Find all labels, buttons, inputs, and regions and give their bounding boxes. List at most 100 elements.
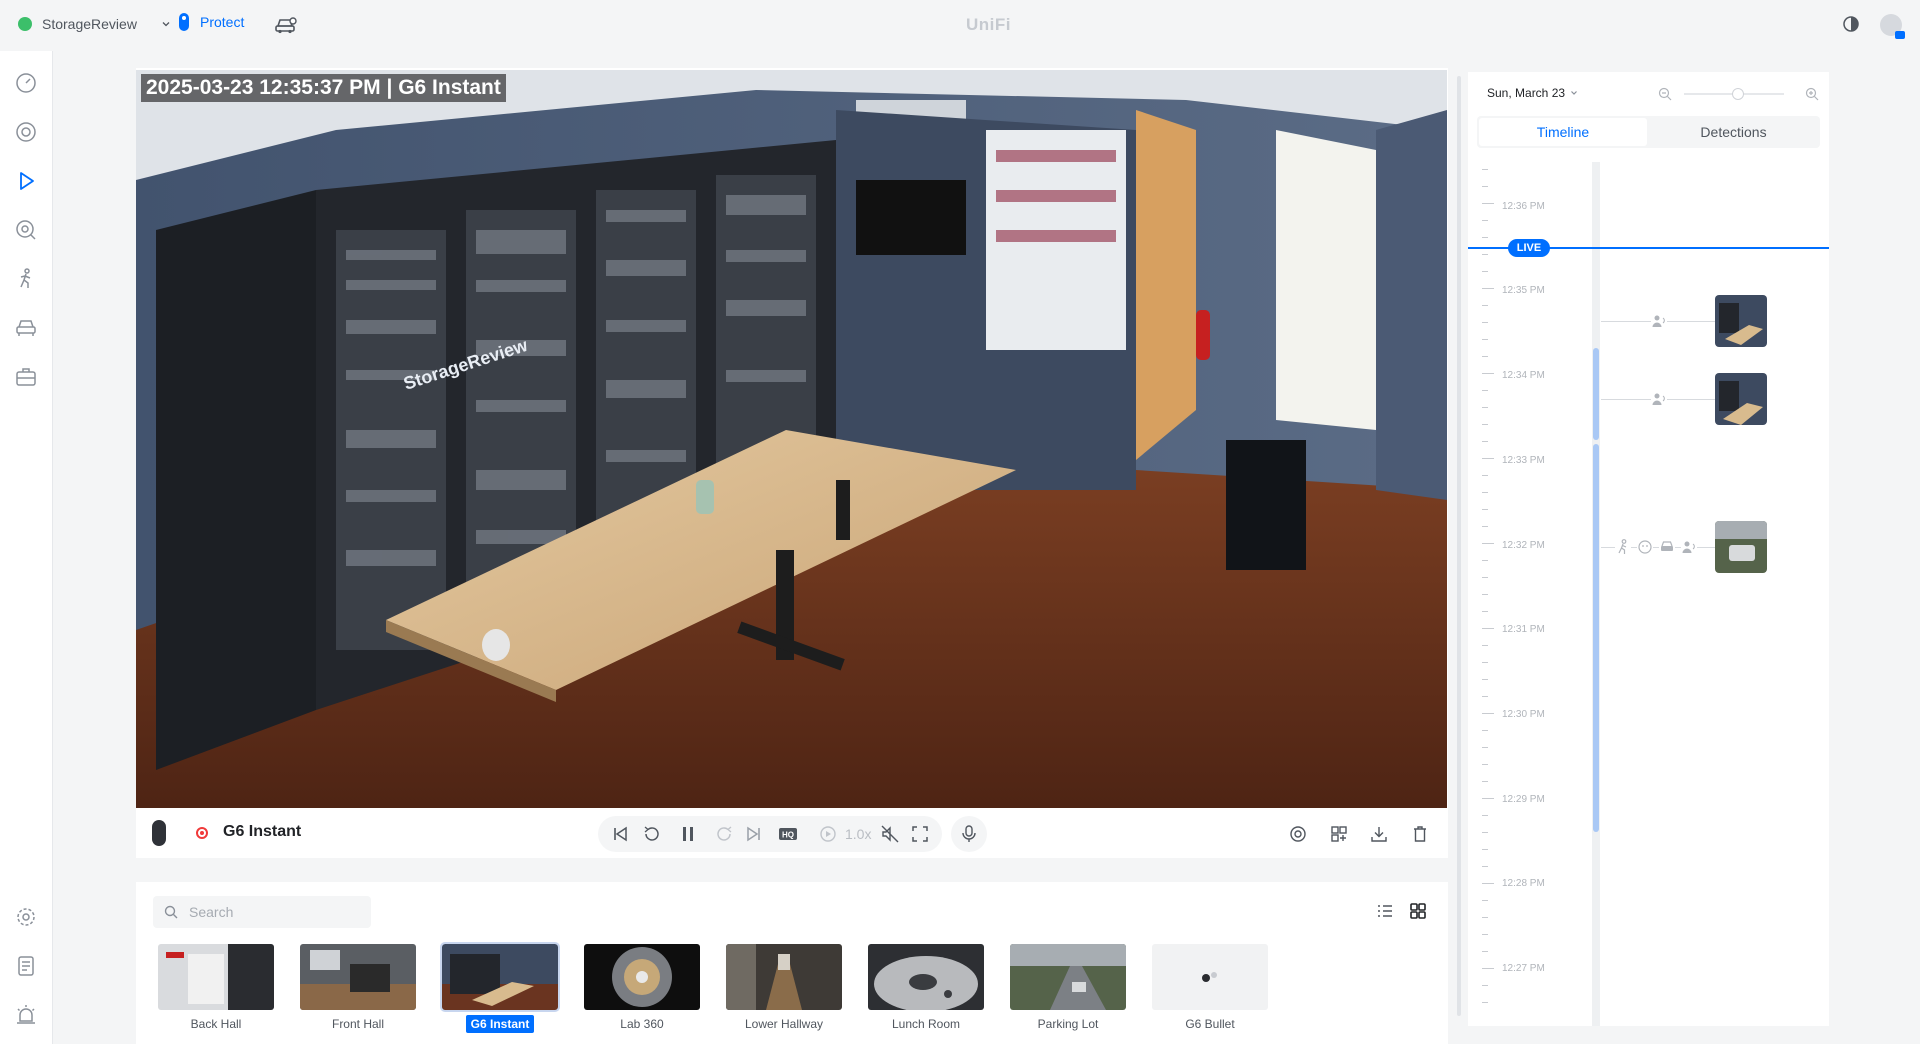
grid-view-icon[interactable] [1409, 902, 1427, 920]
camera-tile[interactable]: Lab 360 [584, 944, 700, 1034]
vehicle-icon [1659, 539, 1675, 555]
skip-forward-icon[interactable] [744, 824, 764, 844]
zoom-in-icon[interactable] [1805, 87, 1819, 101]
camera-thumbnail [584, 944, 700, 1010]
alarm-icon[interactable] [14, 1003, 38, 1027]
zoom-slider-knob[interactable] [1732, 88, 1744, 100]
timeline-tick [1482, 866, 1488, 867]
time-label: 12:32 PM [1502, 540, 1545, 551]
vehicle-settings-icon[interactable] [274, 14, 298, 36]
timeline-tick [1482, 917, 1488, 918]
timeline-tick [1482, 747, 1488, 748]
timeline-tick [1482, 407, 1488, 408]
recording-segment[interactable] [1593, 348, 1599, 440]
layout-icon[interactable] [1329, 824, 1349, 844]
list-view-icon[interactable] [1376, 902, 1394, 920]
rewind-15-icon[interactable] [642, 824, 662, 844]
tab-timeline[interactable]: Timeline [1479, 118, 1647, 146]
zoom-slider[interactable] [1684, 88, 1784, 100]
panel-resize-handle[interactable] [1457, 76, 1461, 1016]
camera-tile[interactable]: Lunch Room [868, 944, 984, 1034]
time-label: 12:35 PM [1502, 285, 1545, 296]
camera-tile[interactable]: G6 Instant [440, 942, 560, 1034]
hd-quality-icon[interactable]: HQ [778, 824, 798, 844]
timeline-tick [1482, 169, 1488, 170]
video-timestamp-overlay: 2025-03-23 12:35:37 PM | G6 Instant [141, 74, 506, 102]
timeline-tick [1482, 220, 1488, 221]
video-feed[interactable]: StorageReview 2025-03-23 12:35:37 PM | G… [136, 70, 1447, 808]
camera-settings-icon[interactable] [1288, 824, 1308, 844]
date-picker[interactable]: Sun, March 23 [1487, 86, 1578, 100]
theme-toggle-icon[interactable] [1842, 15, 1860, 33]
timeline-tick [1482, 254, 1488, 255]
avatar[interactable] [1880, 14, 1905, 39]
playback-speed-icon[interactable] [818, 824, 838, 844]
timeline-tick [1482, 900, 1488, 901]
timeline-tick [1482, 237, 1488, 238]
camera-device-icon [152, 820, 166, 846]
timeline-tick [1482, 543, 1494, 544]
skip-back-icon[interactable] [610, 824, 630, 844]
timeline-tick [1482, 815, 1488, 816]
camera-tile-label: Parking Lot [1037, 1017, 1099, 1031]
chevron-down-icon [162, 22, 170, 27]
camera-thumbnail [300, 944, 416, 1010]
mute-icon[interactable] [880, 824, 900, 844]
zoom-out-icon[interactable] [1658, 87, 1672, 101]
download-icon[interactable] [1369, 824, 1389, 844]
timeline-tick [1482, 730, 1488, 731]
timeline-tick [1482, 424, 1488, 425]
timeline-tick [1482, 288, 1494, 289]
timeline-tick [1482, 934, 1488, 935]
camera-thumbnail [440, 942, 560, 1012]
camera-tile[interactable]: Parking Lot [1010, 944, 1126, 1034]
delete-icon[interactable] [1410, 824, 1430, 844]
camera-thumbnail [868, 944, 984, 1010]
live-badge[interactable]: LIVE [1508, 239, 1550, 257]
time-label: 12:29 PM [1502, 794, 1545, 805]
dashboard-icon[interactable] [14, 71, 38, 95]
person-audio-icon [1681, 539, 1697, 555]
tab-protect[interactable]: Protect [178, 12, 244, 32]
camera-thumbnail [1010, 944, 1126, 1010]
package-icon[interactable] [14, 365, 38, 389]
camera-tile[interactable]: G6 Bullet [1152, 944, 1268, 1034]
timeline-scrubber[interactable]: 12:36 PM 12:35 PM 12:34 PM 12:33 PM 12:3… [1468, 162, 1829, 1026]
settings-gear-icon[interactable] [14, 905, 38, 929]
camera-tile[interactable]: Front Hall [300, 944, 416, 1034]
playback-speed-value[interactable]: 1.0x [845, 826, 871, 842]
time-label: 12:30 PM [1502, 709, 1545, 720]
site-selector[interactable]: StorageReview [18, 16, 171, 32]
fullscreen-icon[interactable] [910, 824, 930, 844]
person-audio-icon [1651, 313, 1667, 329]
microphone-button[interactable] [951, 816, 987, 852]
vehicle-icon[interactable] [14, 316, 38, 340]
camera-tile-label: Lower Hallway [744, 1017, 824, 1031]
person-audio-icon [1651, 391, 1667, 407]
person-icon[interactable] [14, 267, 38, 291]
person-icon [1615, 539, 1631, 555]
timeline-tick [1482, 645, 1488, 646]
recording-segment[interactable] [1593, 444, 1599, 832]
pause-icon[interactable] [678, 824, 698, 844]
camera-tile-label: Back Hall [190, 1017, 242, 1031]
tab-detections[interactable]: Detections [1649, 118, 1818, 146]
chevron-down-icon [1571, 91, 1577, 95]
camera-tile[interactable]: Lower Hallway [726, 944, 842, 1034]
camera-tile-label: Front Hall [331, 1017, 384, 1031]
playback-icon[interactable] [14, 169, 38, 193]
timeline-tick [1482, 203, 1494, 204]
search-icon [164, 905, 178, 919]
timeline-tick [1482, 356, 1488, 357]
timeline-tick [1482, 509, 1488, 510]
cameras-icon[interactable] [14, 120, 38, 144]
timeline-tick [1482, 985, 1488, 986]
camera-tile-label: Lab 360 [620, 1017, 664, 1031]
detections-search-icon[interactable] [14, 218, 38, 242]
forward-15-icon[interactable] [714, 824, 734, 844]
camera-tile[interactable]: Back Hall [158, 944, 274, 1034]
camera-search-input[interactable]: Search [153, 896, 371, 928]
globe-icon [18, 17, 32, 31]
logs-icon[interactable] [14, 954, 38, 978]
timeline-tick [1482, 475, 1488, 476]
